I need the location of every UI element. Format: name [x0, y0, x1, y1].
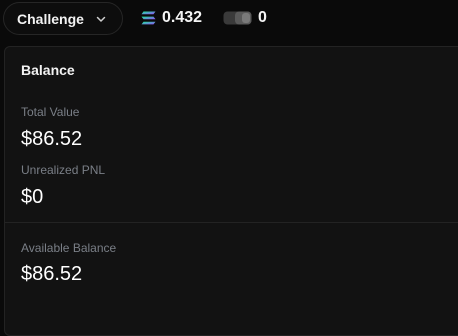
available-balance-label: Available Balance [21, 241, 117, 255]
token-count-value: 0 [258, 9, 267, 26]
available-balance-amount: $86.52 [21, 263, 83, 285]
sol-balance-value: 0.432 [162, 9, 203, 26]
mode-dropdown[interactable]: Challenge [3, 2, 123, 35]
solana-icon [141, 11, 156, 25]
top-bar: Challenge 0.432 0 [0, 0, 458, 38]
token-count: 0 [223, 8, 267, 28]
chevron-down-icon [96, 16, 106, 22]
section-divider [5, 222, 458, 223]
unrealized-pnl-label: Unrealized PNL [21, 163, 106, 177]
balance-panel-title: Balance [21, 62, 75, 78]
balance-panel: Balance Total Value $86.52 Unrealized PN… [4, 46, 458, 336]
total-value-label: Total Value [21, 105, 80, 119]
mode-dropdown-label: Challenge [17, 10, 84, 27]
token-toggle-icon [223, 11, 252, 25]
unrealized-pnl-amount: $0 [21, 186, 44, 208]
sol-balance: 0.432 [141, 8, 202, 28]
total-value-amount: $86.52 [21, 128, 83, 150]
